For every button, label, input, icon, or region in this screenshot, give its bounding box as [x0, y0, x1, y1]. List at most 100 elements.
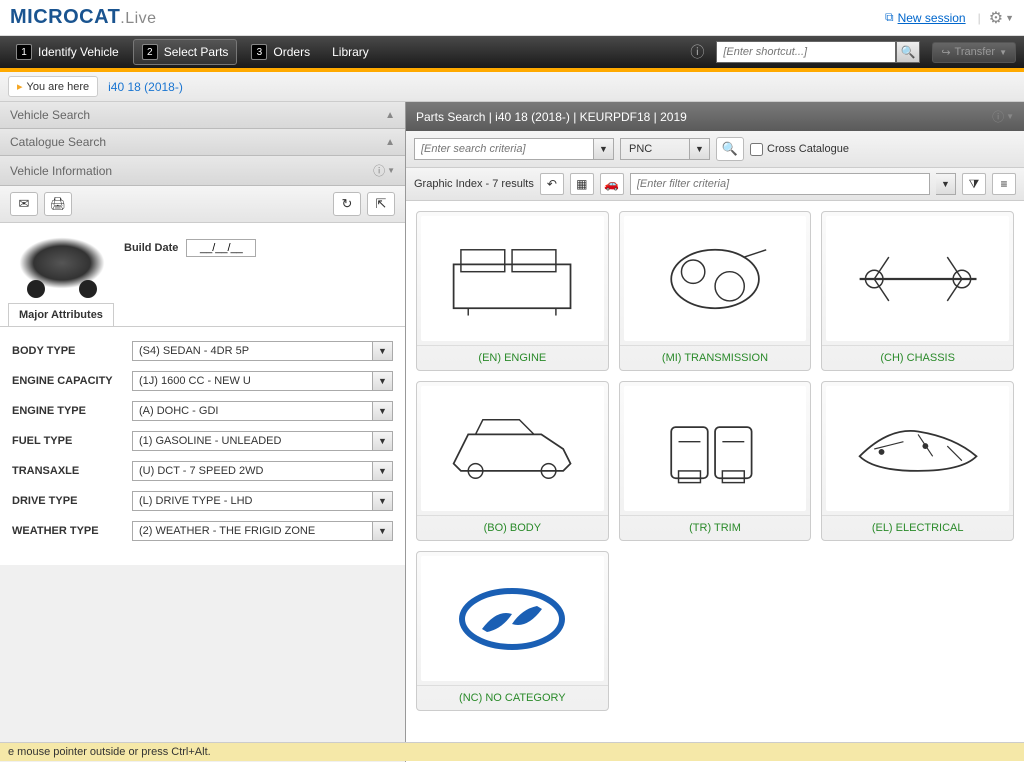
collapse-icon: ▲ [385, 110, 395, 121]
print-icon: 🖨 [50, 196, 67, 212]
vehicle-image [12, 233, 112, 293]
result-bar: Graphic Index - 7 results ↶ ▦ 🚗 ▼ ⧩ ≡ [406, 168, 1024, 201]
attribute-select[interactable]: (S4) SEDAN - 4DR 5P▼ [132, 341, 393, 361]
category-card[interactable]: (EN) ENGINE [416, 211, 609, 371]
category-label: (CH) CHASSIS [822, 345, 1013, 370]
reload-button[interactable]: ↶ [540, 173, 564, 195]
filter-button[interactable]: ⧩ [962, 173, 986, 195]
chevron-down-icon[interactable]: ▼ [373, 431, 393, 451]
result-count-label: Graphic Index - 7 results [414, 178, 534, 190]
list-icon: ≡ [1000, 177, 1007, 191]
vehicle-information-section[interactable]: Vehicle Information ⓘ ▼ [0, 156, 405, 186]
category-card[interactable]: (TR) TRIM [619, 381, 812, 541]
refresh-icon: ↻ [342, 196, 353, 212]
search-criteria-input[interactable] [414, 138, 594, 160]
left-toolbar: ✉ 🖨 ↻ ⇱ [0, 186, 405, 223]
pnc-selector: PNC [620, 138, 690, 160]
catalogue-search-section[interactable]: Catalogue Search ▲ [0, 129, 405, 156]
attribute-select[interactable]: (A) DOHC - GDI▼ [132, 401, 393, 421]
cross-catalogue-checkbox[interactable] [750, 143, 763, 156]
category-image [421, 216, 604, 341]
attribute-value: (U) DCT - 7 SPEED 2WD [132, 461, 373, 481]
category-label: (EL) ELECTRICAL [822, 515, 1013, 540]
category-card[interactable]: (CH) CHASSIS [821, 211, 1014, 371]
attribute-label: FUEL TYPE [12, 435, 132, 447]
search-button[interactable]: 🔍 [716, 137, 744, 161]
category-card[interactable]: (NC) NO CATEGORY [416, 551, 609, 711]
category-card[interactable]: (EL) ELECTRICAL [821, 381, 1014, 541]
left-panel: Vehicle Search ▲ Catalogue Search ▲ Vehi… [0, 102, 406, 762]
gear-icon: ⚙ [989, 8, 1003, 28]
attribute-label: TRANSAXLE [12, 465, 132, 477]
search-icon: 🔍 [901, 45, 916, 59]
new-session-icon: ⧉ [885, 10, 894, 25]
chevron-down-icon[interactable]: ▼ [373, 341, 393, 361]
build-date-input[interactable] [186, 239, 256, 257]
chevron-down-icon[interactable]: ▼ [373, 461, 393, 481]
chevron-down-icon[interactable]: ▼ [373, 491, 393, 511]
parts-search-bar: ▼ PNC ▼ 🔍 Cross Catalogue [406, 131, 1024, 168]
info-dropdown[interactable]: ⓘ ▼ [992, 108, 1014, 125]
attribute-row: TRANSAXLE(U) DCT - 7 SPEED 2WD▼ [12, 461, 393, 481]
breadcrumb: ▸ You are here i40 18 (2018-) [0, 72, 1024, 102]
print-button[interactable]: 🖨 [44, 192, 72, 216]
arrow-icon: ▸ [17, 80, 23, 93]
pnc-dropdown-button[interactable]: ▼ [690, 138, 710, 160]
shortcut-input[interactable] [716, 41, 896, 63]
step-orders[interactable]: 3 Orders [243, 40, 318, 64]
filter-input[interactable] [630, 173, 930, 195]
shortcut-search-button[interactable]: 🔍 [896, 41, 920, 63]
attribute-row: BODY TYPE(S4) SEDAN - 4DR 5P▼ [12, 341, 393, 361]
funnel-icon: ⧩ [969, 177, 980, 192]
attribute-label: ENGINE CAPACITY [12, 375, 132, 387]
category-card[interactable]: (BO) BODY [416, 381, 609, 541]
category-label: (TR) TRIM [620, 515, 811, 540]
attribute-value: (1J) 1600 CC - NEW U [132, 371, 373, 391]
category-image [421, 386, 604, 511]
brand-logo: MICROCAT.Live [10, 6, 157, 29]
chevron-down-icon[interactable]: ▼ [373, 521, 393, 541]
transfer-button[interactable]: ↪ Transfer ▼ [932, 42, 1016, 63]
attribute-row: ENGINE CAPACITY(1J) 1600 CC - NEW U▼ [12, 371, 393, 391]
filter-dropdown-button[interactable]: ▼ [936, 173, 956, 195]
category-label: (MI) TRANSMISSION [620, 345, 811, 370]
attribute-select[interactable]: (L) DRIVE TYPE - LHD▼ [132, 491, 393, 511]
settings-menu[interactable]: ⚙ ▼ [989, 8, 1014, 28]
cross-catalogue-option[interactable]: Cross Catalogue [750, 143, 849, 156]
vehicle-view-button[interactable]: 🚗 [600, 173, 624, 195]
vehicle-search-section[interactable]: Vehicle Search ▲ [0, 102, 405, 129]
main-toolbar: 1 Identify Vehicle 2 Select Parts 3 Orde… [0, 36, 1024, 68]
info-dropdown[interactable]: ⓘ ▼ [373, 162, 395, 179]
category-card[interactable]: (MI) TRANSMISSION [619, 211, 812, 371]
step-identify-vehicle[interactable]: 1 Identify Vehicle [8, 40, 127, 64]
chevron-down-icon[interactable]: ▼ [373, 401, 393, 421]
attribute-value: (L) DRIVE TYPE - LHD [132, 491, 373, 511]
step-select-parts[interactable]: 2 Select Parts [133, 39, 238, 65]
chevron-down-icon: ▼ [1005, 13, 1014, 23]
chevron-down-icon: ▼ [999, 48, 1007, 57]
email-button[interactable]: ✉ [10, 192, 38, 216]
new-session-link[interactable]: New session [898, 11, 966, 25]
tab-major-attributes[interactable]: Major Attributes [8, 303, 114, 326]
attribute-label: ENGINE TYPE [12, 405, 132, 417]
list-view-button[interactable]: ≡ [992, 173, 1016, 195]
breadcrumb-model[interactable]: i40 18 (2018-) [108, 80, 183, 94]
grid-view-button[interactable]: ▦ [570, 173, 594, 195]
category-image [624, 386, 807, 511]
help-icon[interactable]: ⓘ [684, 42, 710, 62]
export-button[interactable]: ⇱ [367, 192, 395, 216]
attribute-value: (1) GASOLINE - UNLEADED [132, 431, 373, 451]
refresh-button[interactable]: ↻ [333, 192, 361, 216]
attribute-select[interactable]: (1J) 1600 CC - NEW U▼ [132, 371, 393, 391]
attribute-value: (A) DOHC - GDI [132, 401, 373, 421]
attribute-label: BODY TYPE [12, 345, 132, 357]
search-dropdown-button[interactable]: ▼ [594, 138, 614, 160]
attribute-select[interactable]: (1) GASOLINE - UNLEADED▼ [132, 431, 393, 451]
attribute-tabs: Major Attributes [0, 303, 405, 327]
attribute-select[interactable]: (2) WEATHER - THE FRIGID ZONE▼ [132, 521, 393, 541]
library-link[interactable]: Library [324, 41, 377, 63]
attribute-select[interactable]: (U) DCT - 7 SPEED 2WD▼ [132, 461, 393, 481]
attribute-row: FUEL TYPE(1) GASOLINE - UNLEADED▼ [12, 431, 393, 451]
chevron-down-icon[interactable]: ▼ [373, 371, 393, 391]
category-image [826, 216, 1009, 341]
